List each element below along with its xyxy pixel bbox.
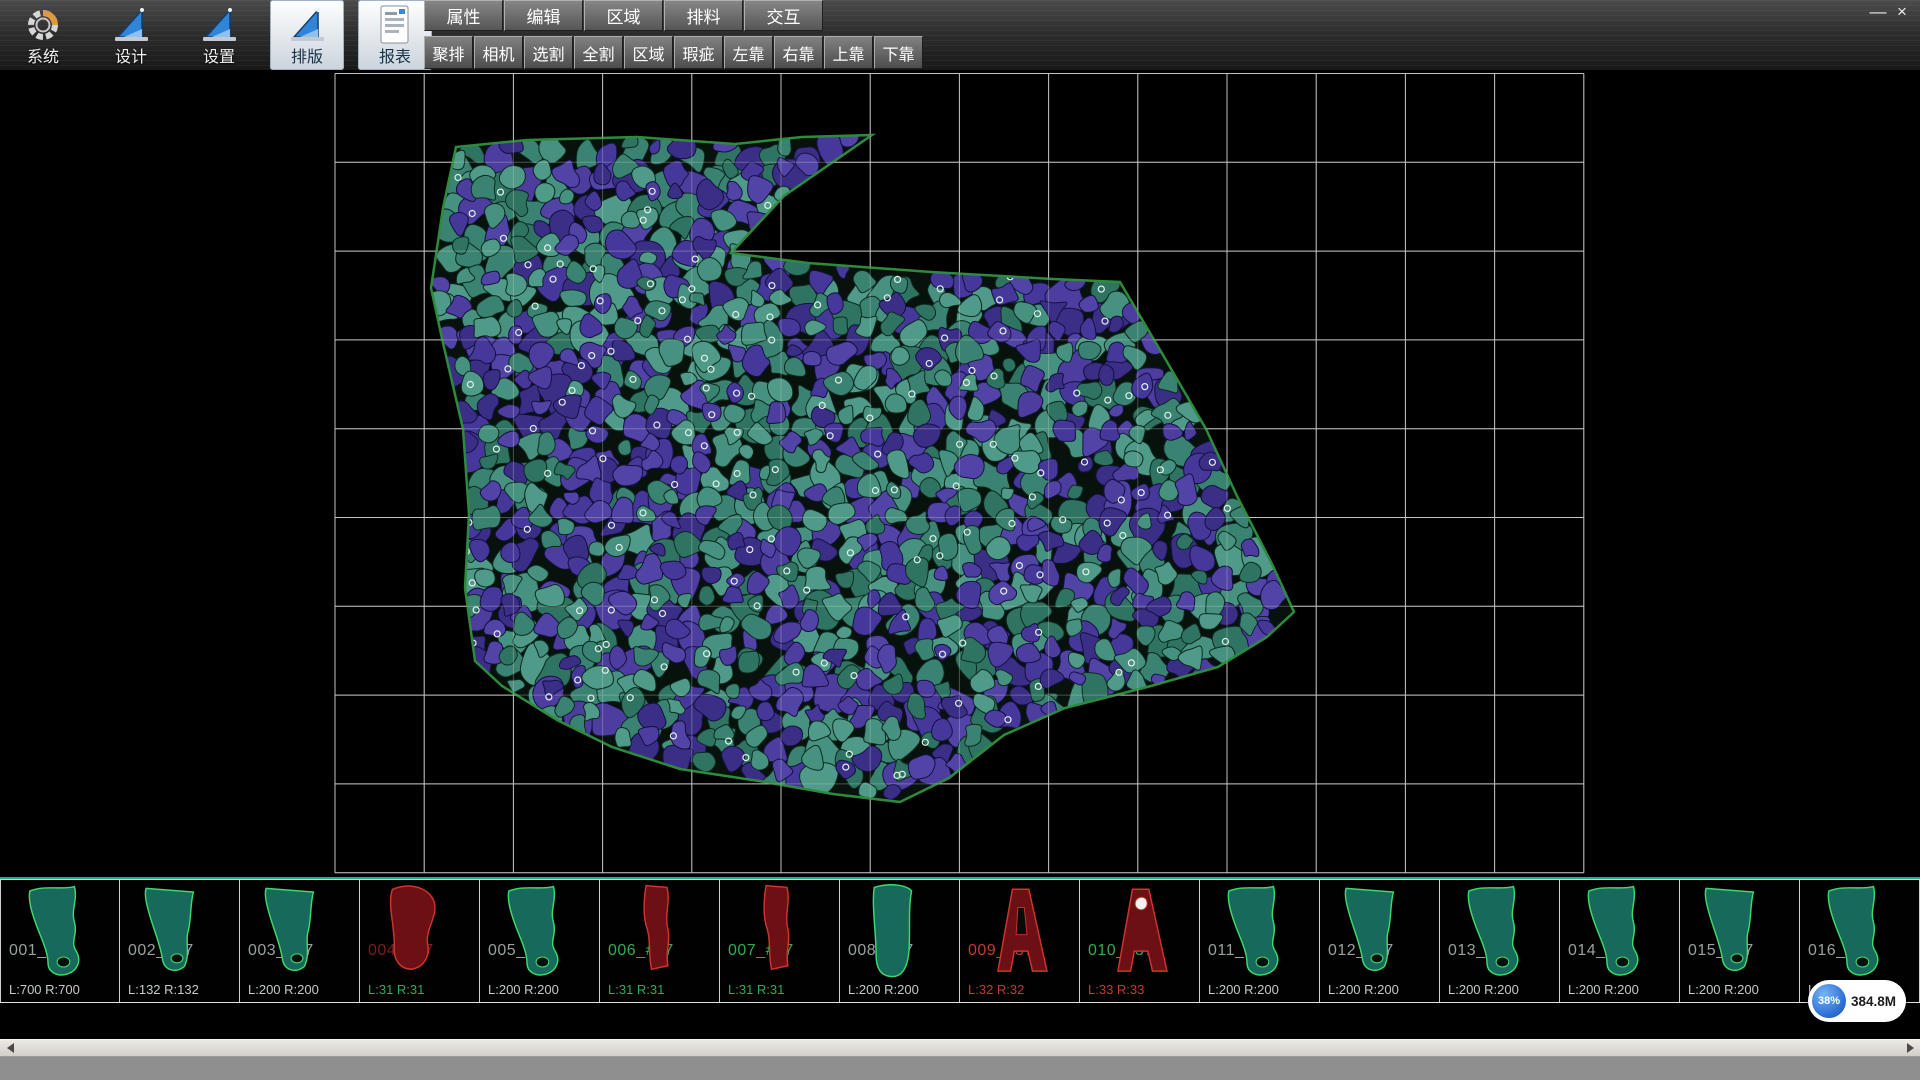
piece-thumbnail-strip: 001_#37L:700 R:700002_#37L:132 R:132003_… (0, 877, 1920, 1003)
settings-sail-icon (196, 2, 242, 48)
close-button[interactable]: × (1890, 2, 1914, 22)
piece-lr-label: L:200 R:200 (1328, 982, 1399, 997)
piece-lr-label: L:132 R:132 (128, 982, 199, 997)
scroll-left-icon (7, 1043, 14, 1053)
tool-button-align-right[interactable]: 右靠 (774, 36, 823, 69)
piece-shape-teal1 (1214, 882, 1300, 982)
piece-shape-teal3 (854, 882, 940, 982)
piece-lr-label: L:33 R:33 (1088, 982, 1144, 997)
memory-status: 38% 384.8M (1808, 980, 1906, 1022)
piece-lr-label: L:200 R:200 (848, 982, 919, 997)
piece-shape-redAhole (1094, 882, 1180, 982)
piece-lr-label: L:200 R:200 (1208, 982, 1279, 997)
piece-thumbnail-011_#37[interactable]: 011_#37L:200 R:200 (1200, 879, 1320, 1002)
piece-thumbnail-004_#37[interactable]: 004_#37L:31 R:31 (360, 879, 480, 1002)
scroll-right-button[interactable] (1900, 1040, 1920, 1056)
menu-tab-properties[interactable]: 属性 (424, 0, 503, 31)
scroll-right-icon (1907, 1043, 1914, 1053)
piece-lr-label: L:200 R:200 (1448, 982, 1519, 997)
app-button-label: 设计 (115, 48, 147, 68)
piece-shape-teal1 (1574, 882, 1660, 982)
piece-thumbnail-010_#37[interactable]: 010_#37L:33 R:33 (1080, 879, 1200, 1002)
piece-thumbnail-013_#37[interactable]: 013_#37L:200 R:200 (1440, 879, 1560, 1002)
nesting-canvas[interactable] (0, 70, 1920, 877)
menu-tab-bar: 属性编辑区域排料交互 (424, 0, 823, 31)
piece-thumbnail-006_#37[interactable]: 006_#37L:31 R:31 (600, 879, 720, 1002)
piece-shape-teal2 (134, 882, 220, 982)
app-button-nesting[interactable]: 排版 (270, 0, 344, 70)
piece-shape-redbar (614, 882, 700, 982)
app-button-label: 系统 (27, 48, 59, 68)
piece-lr-label: L:200 R:200 (1568, 982, 1639, 997)
minimize-button[interactable]: — (1866, 2, 1890, 22)
piece-shape-teal2 (254, 882, 340, 982)
nesting-sail-icon (284, 2, 330, 48)
tool-button-cut-all[interactable]: 全割 (574, 36, 623, 69)
piece-thumbnail-001_#37[interactable]: 001_#37L:700 R:700 (0, 879, 120, 1002)
progress-badge: 38% (1812, 984, 1846, 1018)
window-controls: — × (1866, 2, 1914, 22)
piece-thumbnail-002_#37[interactable]: 002_#37L:132 R:132 (120, 879, 240, 1002)
piece-shape-teal1 (1454, 882, 1540, 982)
header-toolbar: 系统设计设置排版报表 属性编辑区域排料交互 聚排相机选割全割区域瑕疵左靠右靠上靠… (0, 0, 1920, 70)
bottom-strip (0, 1057, 1920, 1080)
tool-button-camera[interactable]: 相机 (474, 36, 523, 69)
piece-thumbnail-005_#37[interactable]: 005_#37L:200 R:200 (480, 879, 600, 1002)
piece-lr-label: L:32 R:32 (968, 982, 1024, 997)
piece-thumbnail-007_#37[interactable]: 007_#37L:31 R:31 (720, 879, 840, 1002)
app-button-system[interactable]: 系统 (6, 0, 80, 70)
app-button-label: 设置 (203, 48, 235, 68)
piece-lr-label: L:200 R:200 (488, 982, 559, 997)
tool-button-region[interactable]: 区域 (624, 36, 673, 69)
piece-thumbnail-009_#37[interactable]: 009_#37L:32 R:32 (960, 879, 1080, 1002)
piece-shape-redblob (374, 882, 460, 982)
piece-thumbnail-015_#37[interactable]: 015_#37L:200 R:200 (1680, 879, 1800, 1002)
horizontal-scrollbar[interactable] (0, 1039, 1920, 1057)
piece-thumbnail-008_#37[interactable]: 008_#37L:200 R:200 (840, 879, 960, 1002)
app-button-report[interactable]: 报表 (358, 0, 432, 70)
piece-shape-redbar (734, 882, 820, 982)
piece-thumbnail-014_#37[interactable]: 014_#37L:200 R:200 (1560, 879, 1680, 1002)
hide-nesting-svg (0, 70, 1920, 877)
piece-lr-label: L:200 R:200 (248, 982, 319, 997)
piece-lr-label: L:200 R:200 (1688, 982, 1759, 997)
scroll-left-button[interactable] (0, 1040, 20, 1056)
menu-tab-interact[interactable]: 交互 (744, 0, 823, 31)
piece-lr-label: L:31 R:31 (728, 982, 784, 997)
piece-shape-teal1 (494, 882, 580, 982)
app-button-label: 排版 (291, 48, 323, 68)
tool-button-cluster-nest[interactable]: 聚排 (424, 36, 473, 69)
menu-tab-region[interactable]: 区域 (584, 0, 663, 31)
piece-shape-redA (974, 882, 1060, 982)
tool-button-select-cut[interactable]: 选割 (524, 36, 573, 69)
tool-button-defect[interactable]: 瑕疵 (674, 36, 723, 69)
tool-button-align-top[interactable]: 上靠 (824, 36, 873, 69)
menu-tab-nest-material[interactable]: 排料 (664, 0, 743, 31)
app-button-label: 报表 (379, 48, 411, 68)
piece-lr-label: L:31 R:31 (368, 982, 424, 997)
memory-label: 384.8M (1851, 994, 1896, 1009)
system-gear-icon (20, 2, 66, 48)
piece-shape-teal2 (1694, 882, 1780, 982)
piece-thumbnail-012_#37[interactable]: 012_#37L:200 R:200 (1320, 879, 1440, 1002)
app-button-bar: 系统 设计 设置 排版 报表 (6, 0, 432, 70)
app-button-design[interactable]: 设计 (94, 0, 168, 70)
piece-shape-teal1 (15, 882, 101, 982)
tool-button-align-left[interactable]: 左靠 (724, 36, 773, 69)
menu-tab-edit[interactable]: 编辑 (504, 0, 583, 31)
piece-shape-teal1 (1814, 882, 1900, 982)
report-doc-icon (372, 2, 418, 48)
app-button-settings[interactable]: 设置 (182, 0, 256, 70)
design-sail-icon (108, 2, 154, 48)
piece-lr-label: L:31 R:31 (608, 982, 664, 997)
app-window: 系统设计设置排版报表 属性编辑区域排料交互 聚排相机选割全割区域瑕疵左靠右靠上靠… (0, 0, 1920, 1080)
tool-button-bar: 聚排相机选割全割区域瑕疵左靠右靠上靠下靠 (424, 36, 923, 69)
piece-shape-teal2 (1334, 882, 1420, 982)
tool-button-align-bottom[interactable]: 下靠 (874, 36, 923, 69)
piece-lr-label: L:700 R:700 (9, 982, 80, 997)
piece-thumbnail-003_#37[interactable]: 003_#37L:200 R:200 (240, 879, 360, 1002)
